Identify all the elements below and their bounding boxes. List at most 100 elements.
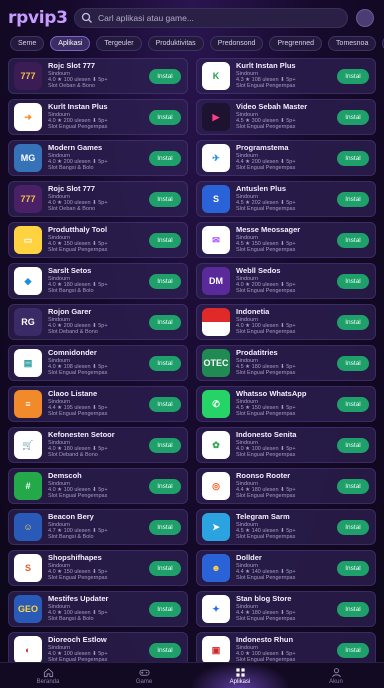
category-chip[interactable]: Predonsond	[209, 36, 264, 51]
app-info: Shopshifhapes Sindourn 4.0 ★ 150 ulesen ⬇ …	[48, 554, 148, 582]
app-name: Beacon Bery	[48, 513, 94, 522]
install-button[interactable]: Instal	[337, 643, 369, 658]
app-card[interactable]: GEO Mestifes Updater Sindourn 4.0 ★ 100 ule…	[8, 591, 188, 627]
install-button[interactable]: Instal	[149, 397, 181, 412]
app-card[interactable]: ✿ Indonesto Senita Sindourn 4.0 ★ 100 ulese…	[196, 427, 376, 463]
install-button[interactable]: Instal	[149, 643, 181, 658]
app-description: Slot Engual Pengernpas	[48, 247, 108, 254]
app-card[interactable]: DM Webll Sedos Sindourn 4.0 ★ 200 ulesen ⬇ …	[196, 263, 376, 299]
app-info: Kurlt Instan Plus Sindourn 4.0 ★ 200 ulese…	[48, 103, 148, 131]
install-button[interactable]: Instal	[337, 438, 369, 453]
app-info: Kefonesten Setoor Sindourn 4.0 ★ 180 ulese…	[48, 431, 148, 459]
app-name: Webll Sedos	[236, 267, 281, 276]
install-button[interactable]: Instal	[149, 233, 181, 248]
app-card[interactable]: S Shopshifhapes Sindourn 4.0 ★ 150 ulesen ⬇…	[8, 550, 188, 586]
nav-beranda[interactable]: Beranda	[0, 663, 96, 688]
app-icon: ▤	[14, 349, 42, 377]
app-card[interactable]: Indonetia Sindourn 4.0 ★ 100 ulesen ⬇ 5p+ S…	[196, 304, 376, 340]
app-card[interactable]: RG Rojon Garer Sindourn 4.0 ★ 200 ulesen ⬇ …	[8, 304, 188, 340]
install-button[interactable]: Instal	[149, 438, 181, 453]
app-icon: ◎	[202, 472, 230, 500]
install-button[interactable]: Instal	[337, 356, 369, 371]
install-button[interactable]: Instal	[337, 151, 369, 166]
app-info: Produtthaly Tool Sindourn 4.0 ★ 150 ulesen…	[48, 226, 148, 254]
app-description: Slot Engual Pengernpas	[236, 493, 296, 500]
install-button[interactable]: Instal	[337, 315, 369, 330]
app-card[interactable]: ✦ Stan blog Store Sindourn 4.4 ★ 180 ulesen…	[196, 591, 376, 627]
install-button[interactable]: Instal	[149, 479, 181, 494]
nav-game[interactable]: Game	[96, 663, 192, 688]
install-button[interactable]: Instal	[149, 520, 181, 535]
app-card[interactable]: 777 Rojc Slot 777 Sindourn 4.0 ★ 100 ulesen…	[8, 181, 188, 217]
app-card[interactable]: ➜ Kurlt Instan Plus Sindourn 4.0 ★ 200 ules…	[8, 99, 188, 135]
app-card[interactable]: MG Modern Games Sindourn 4.0 ★ 200 ulesen ⬇…	[8, 140, 188, 176]
nav-akun[interactable]: Akun	[288, 663, 384, 688]
install-button[interactable]: Instal	[149, 356, 181, 371]
app-card[interactable]: 🛒 Kefonesten Setoor Sindourn 4.0 ★ 180 ules…	[8, 427, 188, 463]
app-info: Stan blog Store Sindourn 4.4 ★ 180 ulesen …	[236, 595, 336, 623]
install-button[interactable]: Instal	[337, 192, 369, 207]
app-card[interactable]: OTEC Prodatitries Sindourn 4.5 ★ 180 ulesen…	[196, 345, 376, 381]
app-name: Produtthaly Tool	[48, 226, 108, 235]
app-card[interactable]: # Demscoh Sindourn 4.0 ★ 100 ulesen ⬇ 5p+ Sl…	[8, 468, 188, 504]
search-bar[interactable]	[74, 8, 348, 28]
app-card[interactable]: ◆ Sarslt Setos Sindourn 4.0 ★ 180 ulesen ⬇ …	[8, 263, 188, 299]
category-chip[interactable]: Tergeuler	[96, 36, 142, 51]
category-chip[interactable]: Aplikasi	[50, 36, 91, 51]
nav-aplikasi[interactable]: Aplikasi	[192, 663, 288, 688]
app-icon: S	[202, 185, 230, 213]
app-name: Rojon Garer	[48, 308, 92, 317]
app-card[interactable]: ☻ Dollder Sindourn 4.4 ★ 140 ulesen ⬇ 5p+ Sl…	[196, 550, 376, 586]
app-card[interactable]: ☺ Beacon Bery Sindourn 4.7 ★ 100 ulesen ⬇ 5…	[8, 509, 188, 545]
app-card[interactable]: ✉ Messe Meossager Sindourn 4.5 ★ 150 ulesen…	[196, 222, 376, 258]
install-button[interactable]: Instal	[337, 397, 369, 412]
app-card[interactable]: ▤ Comnidonder Sindourn 4.0 ★ 108 ulesen ⬇ 5…	[8, 345, 188, 381]
search-input[interactable]	[98, 13, 338, 23]
install-button[interactable]: Instal	[337, 233, 369, 248]
install-button[interactable]: Instal	[149, 315, 181, 330]
app-info: Prodatitries Sindourn 4.5 ★ 180 ulesen ⬇ 5…	[236, 349, 336, 377]
install-button[interactable]: Instal	[149, 69, 181, 84]
app-info: Rojon Garer Sindourn 4.0 ★ 200 ulesen ⬇ 5p…	[48, 308, 148, 336]
category-chip[interactable]: Produktivitas	[147, 36, 204, 51]
app-info: Rojc Slot 777 Sindourn 4.0 ★ 100 ulesen ⬇ …	[48, 185, 148, 213]
install-button[interactable]: Instal	[149, 602, 181, 617]
app-icon: #	[14, 472, 42, 500]
install-button[interactable]: Instal	[149, 274, 181, 289]
avatar[interactable]	[356, 9, 374, 27]
install-button[interactable]: Instal	[149, 561, 181, 576]
category-chips: Seme Aplikasi Tergeuler Produktivitas Predon…	[0, 36, 384, 52]
install-button[interactable]: Instal	[337, 274, 369, 289]
app-card[interactable]: ✈ Programstema Sindourn 4.4 ★ 200 ulesen ⬇ …	[196, 140, 376, 176]
install-button[interactable]: Instal	[337, 602, 369, 617]
install-button[interactable]: Instal	[149, 151, 181, 166]
app-logo[interactable]: rpvip3	[8, 8, 74, 28]
app-card[interactable]: 777 Rojc Slot 777 Sindourn 4.0 ★ 100 ulesen…	[8, 58, 188, 94]
app-description: Slot Engual Pengernpas	[236, 83, 296, 90]
app-card[interactable]: ▭ Produtthaly Tool Sindourn 4.0 ★ 150 ulese…	[8, 222, 188, 258]
app-icon: DM	[202, 267, 230, 295]
app-card[interactable]: ➤ Telegram Sarm Sindourn 4.5 ★ 140 ulesen ⬇…	[196, 509, 376, 545]
app-info: Indonetia Sindourn 4.0 ★ 100 ulesen ⬇ 5p+ S…	[236, 308, 336, 336]
app-card[interactable]: ≡ Claoo Listane Sindourn 4.4 ★ 195 ulesen ⬇…	[8, 386, 188, 422]
install-button[interactable]: Instal	[337, 520, 369, 535]
install-button[interactable]: Instal	[337, 561, 369, 576]
app-card[interactable]: ▶ Video Sebah Master Sindourn 4.5 ★ 300 ule…	[196, 99, 376, 135]
app-card[interactable]: S Antuslen Plus Sindourn 4.5 ★ 202 ulesen ⬇…	[196, 181, 376, 217]
install-button[interactable]: Instal	[149, 110, 181, 125]
app-description: Slot Deband & Bono	[48, 329, 98, 336]
install-button[interactable]: Instal	[337, 479, 369, 494]
category-chip[interactable]: Seme	[10, 36, 45, 51]
app-icon: ✦	[202, 595, 230, 623]
category-chip[interactable]: Tomesnoa	[328, 36, 377, 51]
nav-label: Akun	[329, 679, 343, 685]
app-card[interactable]: ◎ Roonso Rooter Sindourn 4.4 ★ 180 ulesen ⬇…	[196, 468, 376, 504]
app-card[interactable]: K Kurlt Instan Plus Sindourn 4.3 ★ 108 ules…	[196, 58, 376, 94]
install-button[interactable]: Instal	[149, 192, 181, 207]
app-name: Whatsso WhatsApp	[236, 390, 307, 399]
app-card[interactable]: ✆ Whatsso WhatsApp Sindourn 4.5 ★ 150 ulese…	[196, 386, 376, 422]
install-button[interactable]: Instal	[337, 69, 369, 84]
install-button[interactable]: Instal	[337, 110, 369, 125]
app-name: Indonesto Rhun	[236, 636, 294, 645]
category-chip[interactable]: Pregrenned	[269, 36, 323, 51]
